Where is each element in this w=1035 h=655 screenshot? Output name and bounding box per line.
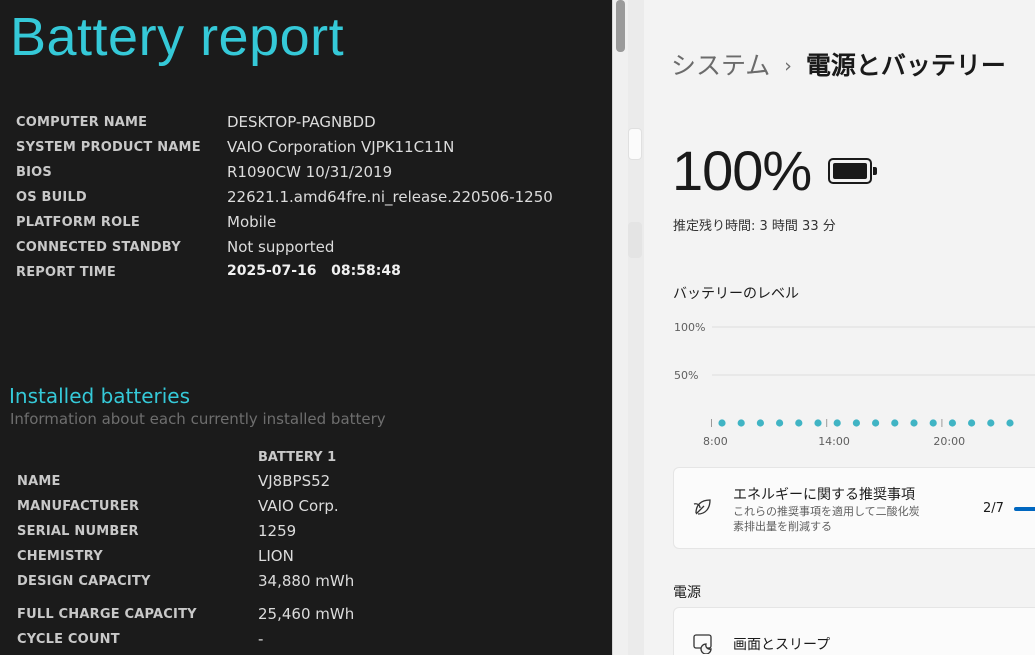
battery-report-pane: Battery report COMPUTER NAME DESKTOP-PAG…: [0, 0, 612, 655]
battery-row: SERIAL NUMBER 1259: [0, 522, 612, 549]
battery-row: MANUFACTURER VAIO Corp.: [0, 497, 612, 524]
screen-sleep-icon: [693, 634, 712, 654]
battery-value: 1259: [258, 522, 297, 540]
info-row: COMPUTER NAME DESKTOP-PAGNBDD: [0, 113, 612, 140]
battery-value: 25,460 mWh: [258, 605, 355, 623]
chart-data-point: [756, 419, 764, 427]
info-row: CONNECTED STANDBY Not supported: [0, 238, 612, 265]
breadcrumb: システム › 電源とバッテリー: [671, 46, 1006, 82]
info-value: VAIO Corporation VJPK11C11N: [227, 138, 455, 156]
info-label: CONNECTED STANDBY: [16, 240, 181, 255]
chart-data-point: [968, 419, 976, 427]
energy-card-title: エネルギーに関する推奨事項: [733, 487, 915, 503]
info-value: Mobile: [227, 213, 277, 231]
battery-label: FULL CHARGE CAPACITY: [17, 607, 197, 622]
chart-y-tick-label: 50%: [674, 369, 698, 382]
battery-row: DESIGN CAPACITY 34,880 mWh: [0, 572, 612, 599]
chart-y-tick-label: 100%: [674, 321, 705, 334]
chart-data-point: [795, 419, 803, 427]
info-label: BIOS: [16, 165, 52, 180]
chart-x-tick-label: 14:00: [818, 435, 850, 448]
battery-label: CYCLE COUNT: [17, 632, 120, 647]
settings-nav-edge: [628, 0, 644, 655]
installed-batteries-subtitle: Information about each currently install…: [10, 410, 386, 428]
chart-x-tick-label: 8:00: [703, 435, 728, 448]
report-time-value: 2025-07-16 08:58:48: [227, 263, 401, 279]
info-row: SYSTEM PRODUCT NAME VAIO Corporation VJP…: [0, 138, 612, 165]
scrollbar-thumb[interactable]: [616, 0, 625, 52]
battery-label: NAME: [17, 474, 61, 489]
battery-value: VAIO Corp.: [258, 497, 339, 515]
battery-row: CYCLE COUNT -: [0, 630, 612, 655]
battery-label: SERIAL NUMBER: [17, 524, 139, 539]
battery-level-title: バッテリーのレベル: [673, 286, 799, 302]
chart-data-point: [929, 419, 937, 427]
info-value: 22621.1.amd64fre.ni_release.220506-1250: [227, 188, 553, 206]
screen-sleep-card[interactable]: 画面とスリープ: [673, 607, 1035, 655]
chart-data-point: [891, 419, 899, 427]
info-row: BIOS R1090CW 10/31/2019: [0, 163, 612, 190]
chart-x-tick-label: 20:00: [933, 435, 965, 448]
info-value: DESKTOP-PAGNBDD: [227, 113, 376, 131]
info-label: PLATFORM ROLE: [16, 215, 140, 230]
chart-data-point: [718, 419, 726, 427]
breadcrumb-chevron-icon: ›: [784, 55, 792, 77]
page-title: 電源とバッテリー: [805, 51, 1006, 80]
settings-pane: システム › 電源とバッテリー 100% 推定残り時間: 3 時間 33 分 バッテ…: [644, 0, 1035, 655]
battery-label: DESIGN CAPACITY: [17, 574, 151, 589]
info-label: SYSTEM PRODUCT NAME: [16, 140, 201, 155]
chart-data-point: [814, 419, 822, 427]
remaining-time: 推定残り時間: 3 時間 33 分: [673, 219, 836, 234]
chart-data-point: [776, 419, 784, 427]
chart-data-point: [737, 419, 745, 427]
screen-sleep-title: 画面とスリープ: [733, 637, 831, 653]
chart-data-point: [833, 419, 841, 427]
chart-data-point: [852, 419, 860, 427]
info-value: R1090CW 10/31/2019: [227, 163, 393, 181]
info-row: OS BUILD 22621.1.amd64fre.ni_release.220…: [0, 188, 612, 215]
info-row: PLATFORM ROLE Mobile: [0, 213, 612, 240]
battery-row: CHEMISTRY LION: [0, 547, 612, 574]
chart-data-point: [1006, 419, 1014, 427]
nav-item-edge[interactable]: [628, 128, 642, 160]
nav-item-edge-selected[interactable]: [628, 222, 642, 258]
battery-row: NAME VJ8BPS52: [0, 472, 612, 499]
info-label: OS BUILD: [16, 190, 87, 205]
battery-percentage: 100%: [672, 139, 812, 202]
energy-card-count: 2/7: [983, 501, 1004, 516]
battery-value: VJ8BPS52: [258, 472, 331, 490]
battery-label: CHEMISTRY: [17, 549, 103, 564]
info-value: Not supported: [227, 238, 335, 256]
energy-card-description: これらの推奨事項を適用して二酸化炭素排出量を削減する: [733, 505, 920, 533]
battery-level-chart[interactable]: 100% 50% 8:00 14:00 20:00: [644, 312, 1035, 452]
chart-data-point: [910, 419, 918, 427]
report-title: Battery report: [10, 7, 345, 67]
battery-value: -: [258, 630, 264, 648]
info-label: REPORT TIME: [16, 265, 117, 280]
battery-label: MANUFACTURER: [17, 499, 140, 514]
report-scrollbar[interactable]: [612, 0, 628, 655]
chart-data-point: [948, 419, 956, 427]
energy-progress-bar: [1014, 507, 1035, 511]
battery-row: FULL CHARGE CAPACITY 25,460 mWh: [0, 605, 612, 632]
battery-value: LION: [258, 547, 294, 565]
info-label: COMPUTER NAME: [16, 115, 148, 130]
power-heading: 電源: [673, 585, 701, 601]
installed-batteries-heading: Installed batteries: [9, 384, 191, 408]
battery-value: 34,880 mWh: [258, 572, 355, 590]
leaf-icon: [693, 499, 711, 515]
info-row: REPORT TIME 2025-07-16 08:58:48: [0, 263, 612, 290]
breadcrumb-system-link[interactable]: システム: [671, 51, 770, 80]
battery-full-icon: [828, 158, 877, 184]
battery-column-header: BATTERY 1: [258, 450, 337, 465]
chart-data-point: [987, 419, 995, 427]
chart-data-point: [872, 419, 880, 427]
energy-recommendations-card[interactable]: エネルギーに関する推奨事項 これらの推奨事項を適用して二酸化炭素排出量を削減する…: [673, 467, 1035, 549]
